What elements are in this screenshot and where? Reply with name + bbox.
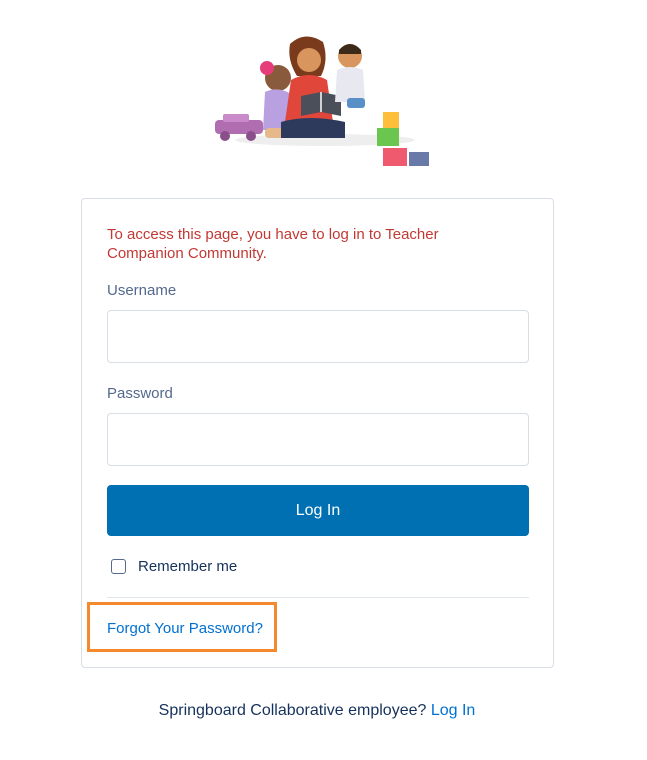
remember-me-checkbox[interactable]	[111, 559, 126, 574]
password-input[interactable]	[107, 413, 529, 466]
login-card: To access this page, you have to log in …	[81, 198, 554, 668]
username-input[interactable]	[107, 310, 529, 363]
log-in-button[interactable]: Log In	[107, 485, 529, 536]
login-page: To access this page, you have to log in …	[0, 0, 647, 760]
remember-me[interactable]: Remember me	[111, 557, 237, 576]
remember-me-label: Remember me	[138, 558, 238, 575]
forgot-password-link[interactable]: Forgot Your Password?	[107, 619, 263, 638]
error-message: To access this page, you have to log in …	[107, 226, 439, 262]
username-label: Username	[107, 282, 177, 299]
employee-prompt: Springboard Collaborative employee?	[158, 702, 427, 719]
password-label: Password	[107, 385, 173, 402]
family-reading-illustration-icon	[215, 36, 429, 166]
divider	[107, 597, 529, 598]
employee-log-in-link[interactable]: Log In	[431, 702, 475, 719]
employee-login-footer: Springboard Collaborative employee? Log …	[0, 701, 634, 721]
